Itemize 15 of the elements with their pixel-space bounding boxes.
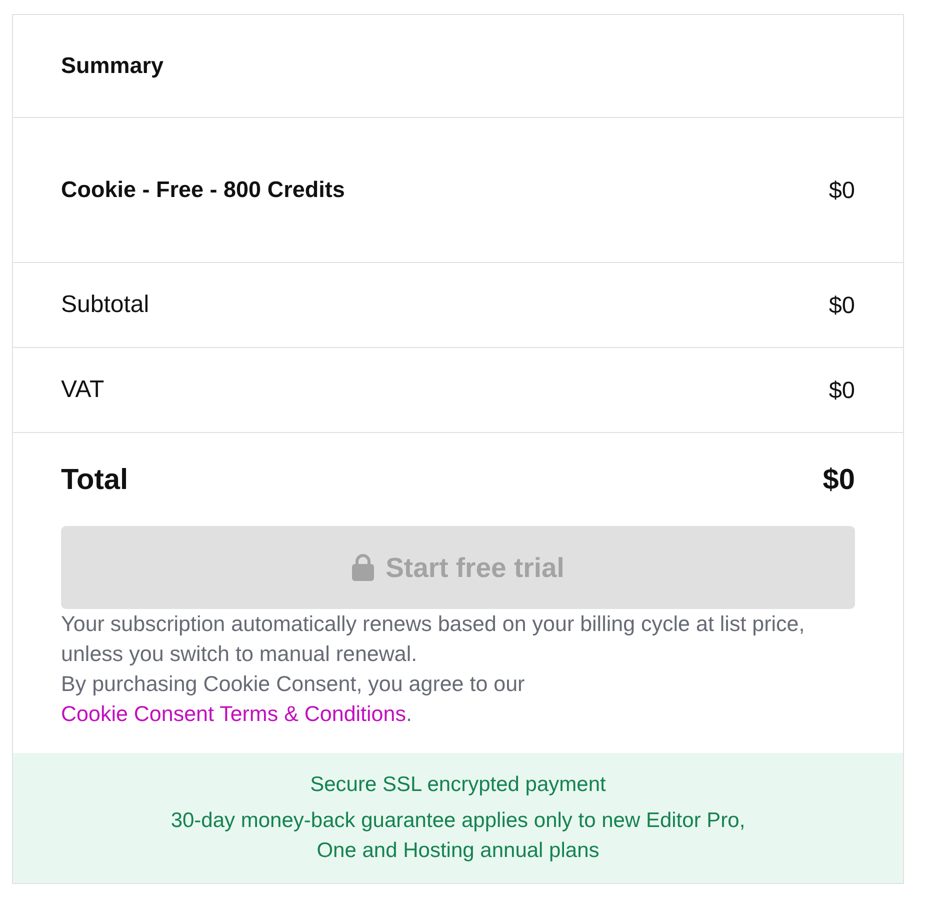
renewal-note: Your subscription automatically renews based on your billing cycle at list price, unless you switch to manual renewal. xyxy=(61,611,806,668)
lock-icon xyxy=(352,554,374,581)
terms-link[interactable]: Cookie Consent Terms & Conditions xyxy=(61,702,406,726)
terms-note: By purchasing Cookie Consent, you agree to our Cookie Consent Terms & Conditions. xyxy=(61,671,526,728)
line-item-amount: $0 xyxy=(828,176,855,204)
summary-title: Summary xyxy=(61,53,164,79)
guarantee-text: 30-day money-back guarantee applies only to new Editor Pro, One and Hosting annual plans xyxy=(170,808,746,864)
line-item-label: Cookie - Free - 800 Credits xyxy=(61,177,345,203)
line-item-label: VAT xyxy=(61,376,104,404)
total-label: Total xyxy=(61,464,128,496)
line-item-label: Subtotal xyxy=(61,291,150,319)
line-item-amount: $0 xyxy=(828,292,855,318)
guarantee-text: Secure SSL encrypted payment xyxy=(310,772,606,798)
total-amount: $0 xyxy=(822,464,855,496)
line-item-amount: $0 xyxy=(828,376,855,404)
